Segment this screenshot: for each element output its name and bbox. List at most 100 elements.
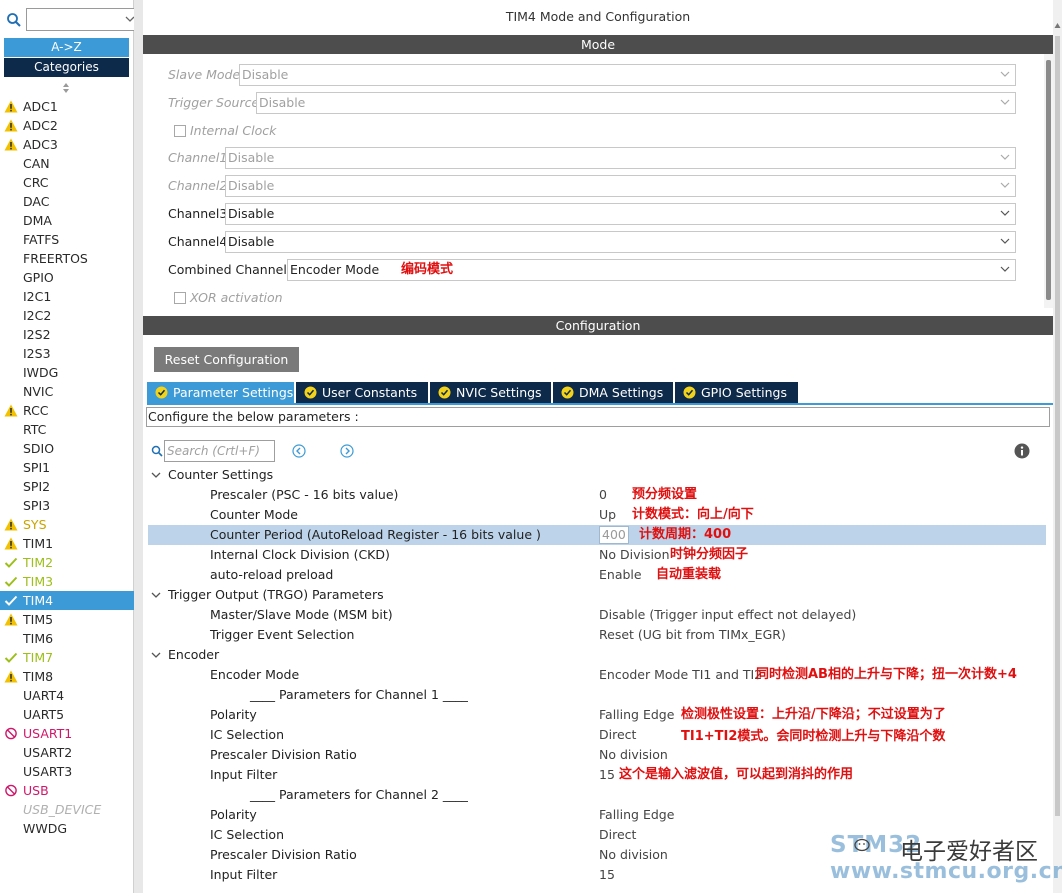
param-row-ch2-polarity[interactable]: Polarity Falling Edge bbox=[148, 805, 1046, 825]
peripheral-item-rcc[interactable]: RCC bbox=[0, 401, 134, 420]
peripheral-item-wwdg[interactable]: WWDG bbox=[0, 819, 134, 838]
peripheral-label: USART1 bbox=[23, 726, 73, 741]
channel3-select[interactable]: Disable bbox=[225, 203, 1016, 225]
peripheral-item-dma[interactable]: DMA bbox=[0, 211, 134, 230]
peripheral-item-uart5[interactable]: UART5 bbox=[0, 705, 134, 724]
param-row-ch1-prescaler[interactable]: Prescaler Division Ratio No division bbox=[148, 745, 1046, 765]
peripheral-item-usart3[interactable]: USART3 bbox=[0, 762, 134, 781]
tab-parameter-settings[interactable]: Parameter Settings bbox=[147, 382, 294, 403]
param-row-trigger-event[interactable]: Trigger Event Selection Reset (UG bit fr… bbox=[148, 625, 1046, 645]
panel-splitter[interactable] bbox=[134, 0, 143, 893]
channel1-select[interactable]: Disable bbox=[225, 147, 1016, 169]
parameter-search-input[interactable]: Search (Crtl+F) bbox=[164, 440, 275, 462]
peripheral-item-tim4[interactable]: TIM4 bbox=[0, 591, 134, 610]
param-row-msm[interactable]: Master/Slave Mode (MSM bit) Disable (Tri… bbox=[148, 605, 1046, 625]
peripheral-item-tim5[interactable]: TIM5 bbox=[0, 610, 134, 629]
group-encoder[interactable]: Encoder bbox=[148, 645, 1046, 665]
peripheral-label: TIM4 bbox=[23, 593, 54, 608]
main-scrollbar[interactable] bbox=[1053, 0, 1062, 893]
combined-channels-label: Combined Channels bbox=[168, 262, 294, 277]
peripheral-item-usb_device[interactable]: USB_DEVICE bbox=[0, 800, 134, 819]
info-icon[interactable] bbox=[1014, 443, 1030, 459]
peripheral-item-tim3[interactable]: TIM3 bbox=[0, 572, 134, 591]
mode-scrollbar[interactable] bbox=[1044, 54, 1053, 308]
peripheral-item-dac[interactable]: DAC bbox=[0, 192, 134, 211]
peripheral-item-rtc[interactable]: RTC bbox=[0, 420, 134, 439]
peripheral-item-freertos[interactable]: FREERTOS bbox=[0, 249, 134, 268]
trigger-source-select[interactable]: Disable bbox=[256, 92, 1016, 114]
reset-configuration-button[interactable]: Reset Configuration bbox=[154, 347, 299, 372]
group-trgo[interactable]: Trigger Output (TRGO) Parameters bbox=[148, 585, 1046, 605]
peripheral-item-adc3[interactable]: ADC3 bbox=[0, 135, 134, 154]
channel4-select[interactable]: Disable bbox=[225, 231, 1016, 253]
param-value-input[interactable]: 400 bbox=[599, 526, 629, 544]
next-result-icon[interactable] bbox=[340, 444, 354, 458]
peripheral-item-can[interactable]: CAN bbox=[0, 154, 134, 173]
tab-nvic-settings[interactable]: NVIC Settings bbox=[430, 382, 551, 403]
peripheral-item-adc2[interactable]: ADC2 bbox=[0, 116, 134, 135]
tab-user-constants[interactable]: User Constants bbox=[296, 382, 428, 403]
peripheral-item-spi3[interactable]: SPI3 bbox=[0, 496, 134, 515]
peripheral-label: RTC bbox=[23, 422, 47, 437]
chevron-down-icon[interactable] bbox=[150, 589, 162, 601]
peripheral-item-i2s3[interactable]: I2S3 bbox=[0, 344, 134, 363]
combined-channels-select[interactable]: Encoder Mode 编码模式 bbox=[287, 259, 1016, 281]
peripheral-item-i2c1[interactable]: I2C1 bbox=[0, 287, 134, 306]
channel2-select[interactable]: Disable bbox=[225, 175, 1016, 197]
group-counter-settings[interactable]: Counter Settings bbox=[148, 465, 1046, 485]
peripheral-item-nvic[interactable]: NVIC bbox=[0, 382, 134, 401]
peripheral-item-tim2[interactable]: TIM2 bbox=[0, 553, 134, 572]
param-row-counter-mode[interactable]: Counter Mode Up 计数模式：向上/向下 bbox=[148, 505, 1046, 525]
channel1-value: Disable bbox=[228, 150, 275, 165]
peripheral-item-usart1[interactable]: USART1 bbox=[0, 724, 134, 743]
param-row-counter-period[interactable]: Counter Period (AutoReload Register - 16… bbox=[148, 525, 1046, 545]
scroll-up-icon[interactable] bbox=[1054, 22, 1061, 29]
param-row-encoder-mode[interactable]: Encoder Mode Encoder Mode TI1 and TI2 同时… bbox=[148, 665, 1046, 685]
xor-activation-checkbox[interactable] bbox=[174, 292, 186, 304]
param-row-ch1-input-filter[interactable]: Input Filter 15 这个是输入滤波值，可以起到消抖的作用 bbox=[148, 765, 1046, 785]
peripheral-item-sdio[interactable]: SDIO bbox=[0, 439, 134, 458]
peripheral-label: TIM2 bbox=[23, 555, 54, 570]
tab-gpio-settings[interactable]: GPIO Settings bbox=[675, 382, 798, 403]
peripheral-item-adc1[interactable]: ADC1 bbox=[0, 97, 134, 116]
param-row-ckd[interactable]: Internal Clock Division (CKD) No Divisio… bbox=[148, 545, 1046, 565]
peripheral-item-tim6[interactable]: TIM6 bbox=[0, 629, 134, 648]
peripheral-item-gpio[interactable]: GPIO bbox=[0, 268, 134, 287]
peripheral-item-uart4[interactable]: UART4 bbox=[0, 686, 134, 705]
param-row-ch1-polarity[interactable]: Polarity Falling Edge 检测极性设置：上升沿/下降沿；不过设… bbox=[148, 705, 1046, 725]
sort-arrows-icon[interactable] bbox=[60, 82, 72, 94]
peripheral-item-tim1[interactable]: TIM1 bbox=[0, 534, 134, 553]
mode-panel: Slave Mode Disable Trigger Source Disabl… bbox=[143, 54, 1047, 308]
peripheral-item-spi1[interactable]: SPI1 bbox=[0, 458, 134, 477]
chevron-down-icon bbox=[1000, 238, 1010, 244]
peripheral-item-spi2[interactable]: SPI2 bbox=[0, 477, 134, 496]
peripheral-item-tim7[interactable]: TIM7 bbox=[0, 648, 134, 667]
param-row-auto-reload[interactable]: auto-reload preload Enable 自动重装载 bbox=[148, 565, 1046, 585]
peripheral-item-tim8[interactable]: TIM8 bbox=[0, 667, 134, 686]
categories-button[interactable]: Categories bbox=[4, 58, 129, 77]
main-scrollbar-thumb[interactable] bbox=[1055, 36, 1060, 816]
param-row-prescaler[interactable]: Prescaler (PSC - 16 bits value) 0 预分频设置 bbox=[148, 485, 1046, 505]
internal-clock-checkbox[interactable] bbox=[174, 125, 186, 137]
mode-scrollbar-thumb[interactable] bbox=[1046, 60, 1051, 300]
sort-az-button[interactable]: A->Z bbox=[4, 38, 129, 57]
peripheral-item-fatfs[interactable]: FATFS bbox=[0, 230, 134, 249]
tab-dma-settings[interactable]: DMA Settings bbox=[553, 382, 673, 403]
chevron-down-icon[interactable] bbox=[150, 649, 162, 661]
param-row-ch1-ic-selection[interactable]: IC Selection Direct TI1+TI2模式。会同时检测上升与下降… bbox=[148, 725, 1046, 745]
peripheral-item-usb[interactable]: USB bbox=[0, 781, 134, 800]
slave-mode-select[interactable]: Disable bbox=[239, 64, 1016, 86]
param-name: Master/Slave Mode (MSM bit) bbox=[210, 607, 393, 622]
peripheral-item-crc[interactable]: CRC bbox=[0, 173, 134, 192]
peripheral-item-i2c2[interactable]: I2C2 bbox=[0, 306, 134, 325]
peripheral-search-input[interactable] bbox=[26, 8, 138, 31]
peripheral-label: DAC bbox=[23, 194, 50, 209]
check-circle-icon bbox=[304, 386, 317, 399]
peripheral-item-iwdg[interactable]: IWDG bbox=[0, 363, 134, 382]
peripheral-item-i2s2[interactable]: I2S2 bbox=[0, 325, 134, 344]
chevron-down-icon[interactable] bbox=[150, 469, 162, 481]
peripheral-item-usart2[interactable]: USART2 bbox=[0, 743, 134, 762]
peripheral-item-sys[interactable]: SYS bbox=[0, 515, 134, 534]
param-name: Counter Period (AutoReload Register - 16… bbox=[210, 527, 541, 542]
previous-result-icon[interactable] bbox=[292, 444, 306, 458]
